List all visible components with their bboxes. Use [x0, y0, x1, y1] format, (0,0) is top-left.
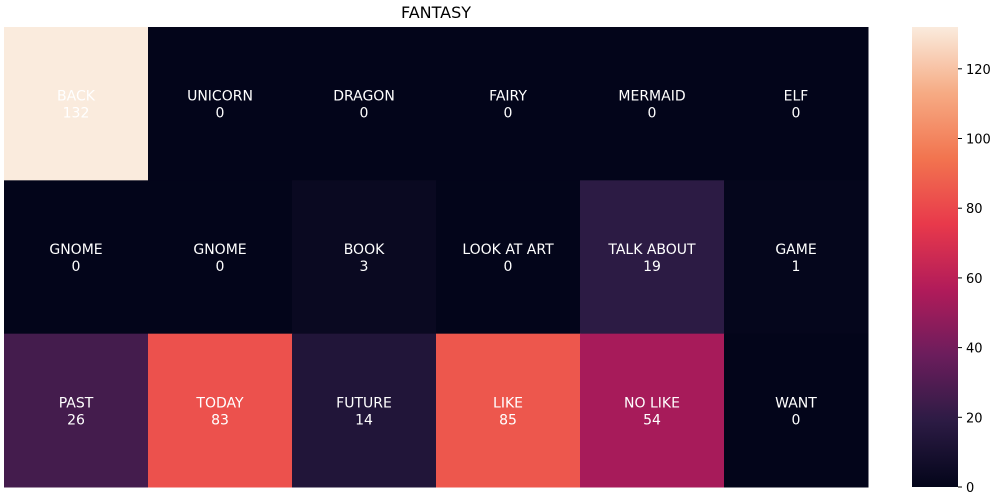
heatmap-cell: NO LIKE54 — [580, 333, 725, 488]
heatmap-cell: PAST26 — [4, 333, 149, 488]
cell-value: 14 — [355, 412, 373, 428]
colorbar-gradient — [912, 27, 958, 487]
cell-value: 0 — [216, 259, 225, 275]
cell-label: PAST — [59, 395, 94, 411]
heatmap-cell: TALK ABOUT19 — [580, 180, 725, 335]
heatmap-cells: BACK132UNICORN0DRAGON0FAIRY0MERMAID0ELF0… — [4, 27, 869, 488]
heatmap-cell: WANT0 — [724, 333, 869, 488]
colorbar-tick-label: 100 — [966, 133, 991, 148]
cell-label: NO LIKE — [624, 395, 680, 411]
cell-label: GNOME — [49, 242, 102, 258]
cell-value: 19 — [643, 259, 661, 275]
cell-label: MERMAID — [618, 89, 685, 105]
cell-label: TALK ABOUT — [607, 242, 696, 258]
colorbar-tick-label: 60 — [966, 272, 983, 287]
cell-value: 0 — [504, 259, 513, 275]
cell-value: 83 — [211, 412, 229, 428]
heatmap-cell: LOOK AT ART0 — [436, 180, 581, 335]
colorbar-tick-label: 80 — [966, 202, 983, 217]
cell-value: 0 — [216, 106, 225, 122]
cell-label: GAME — [775, 242, 816, 258]
cell-label: GNOME — [193, 242, 246, 258]
cell-label: LIKE — [493, 395, 523, 411]
heatmap-cell: BACK132 — [4, 27, 149, 181]
cell-value: 26 — [67, 412, 85, 428]
cell-label: DRAGON — [333, 89, 395, 105]
colorbar-tick-label: 20 — [966, 411, 983, 426]
cell-value: 0 — [648, 106, 657, 122]
cell-label: ELF — [784, 89, 809, 105]
cell-label: BOOK — [344, 242, 385, 258]
heatmap-cell: ELF0 — [724, 27, 869, 181]
cell-label: BACK — [57, 89, 96, 105]
cell-value: 0 — [792, 106, 801, 122]
cell-value: 3 — [360, 259, 369, 275]
cell-label: LOOK AT ART — [462, 242, 554, 258]
cell-value: 132 — [63, 106, 90, 122]
heatmap-cell: FAIRY0 — [436, 27, 581, 181]
colorbar-tick-label: 40 — [966, 342, 983, 357]
cell-value: 1 — [792, 259, 801, 275]
cell-label: TODAY — [195, 395, 244, 411]
heatmap-cell: MERMAID0 — [580, 27, 725, 181]
cell-value: 54 — [643, 412, 661, 428]
heatmap-cell: GAME1 — [724, 180, 869, 335]
cell-value: 0 — [360, 106, 369, 122]
cell-label: FUTURE — [336, 395, 392, 411]
colorbar: 0 20 40 60 80 100 120 — [912, 27, 991, 496]
colorbar-tick-label: 0 — [966, 481, 974, 496]
cell-value: 0 — [792, 412, 801, 428]
heatmap-cell: GNOME0 — [4, 180, 149, 335]
heatmap-cell: UNICORN0 — [148, 27, 293, 181]
cell-label: UNICORN — [187, 89, 253, 105]
heatmap-cell: BOOK3 — [292, 180, 437, 335]
colorbar-tick-label: 120 — [966, 63, 991, 78]
cell-value: 0 — [72, 259, 81, 275]
heatmap-chart: BACK132UNICORN0DRAGON0FAIRY0MERMAID0ELF0… — [4, 27, 991, 496]
cell-value: 0 — [504, 106, 513, 122]
heatmap-cell: TODAY83 — [148, 333, 293, 488]
cell-label: FAIRY — [489, 89, 527, 105]
cell-value: 85 — [499, 412, 517, 428]
heatmap-cell: LIKE85 — [436, 333, 581, 488]
heatmap-cell: FUTURE14 — [292, 333, 437, 488]
cell-label: WANT — [775, 395, 817, 411]
heatmap-cell: GNOME0 — [148, 180, 293, 335]
heatmap-cell: DRAGON0 — [292, 27, 437, 181]
